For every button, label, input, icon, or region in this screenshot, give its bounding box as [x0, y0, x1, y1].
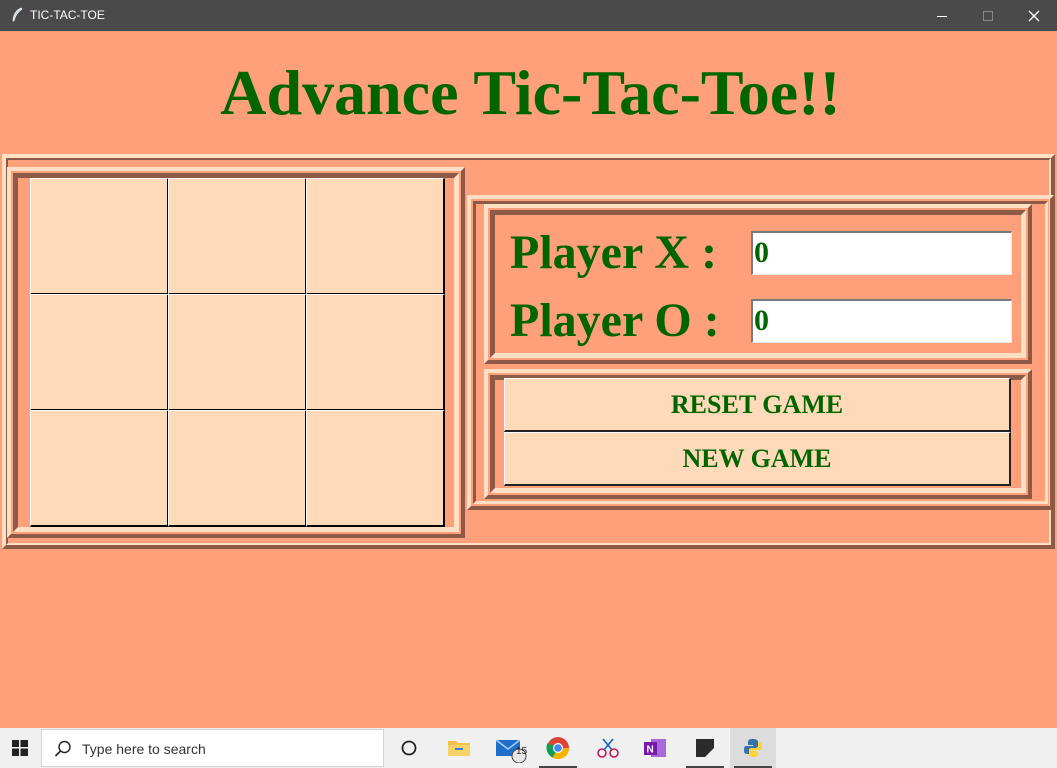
- board-cell-7[interactable]: [30, 410, 169, 527]
- board-cell-3[interactable]: [306, 178, 445, 295]
- scissors-icon: [597, 738, 619, 758]
- page-title: Advance Tic-Tac-Toe!!: [220, 57, 841, 128]
- task-view-button[interactable]: [386, 728, 432, 768]
- player-x-score-field[interactable]: 0: [751, 231, 1012, 275]
- folder-icon: [448, 741, 470, 756]
- player-o-label: Player O :: [510, 294, 720, 347]
- board-cell-5[interactable]: [168, 294, 307, 411]
- mail-button[interactable]: 15: [488, 728, 534, 768]
- sticky-notes-icon: [696, 739, 714, 757]
- mail-badge: 15: [516, 746, 528, 757]
- new-game-button[interactable]: NEW GAME: [504, 432, 1011, 486]
- board-cell-9[interactable]: [306, 410, 445, 527]
- start-button[interactable]: [0, 728, 40, 768]
- board-cell-8[interactable]: [168, 410, 307, 527]
- sticky-notes-button[interactable]: [682, 728, 728, 768]
- onenote-button[interactable]: N: [632, 728, 678, 768]
- window-title: TIC-TAC-TOE: [30, 8, 105, 22]
- board-cell-1[interactable]: [30, 178, 169, 295]
- onenote-icon: N: [644, 739, 666, 757]
- python-button[interactable]: [730, 728, 776, 768]
- python-icon: [744, 739, 762, 757]
- player-o-score-field[interactable]: 0: [751, 299, 1012, 343]
- taskbar-search-box[interactable]: Type here to search: [41, 729, 384, 767]
- windows-logo-icon: [12, 740, 28, 756]
- board-cell-6[interactable]: [306, 294, 445, 411]
- minimize-icon: [937, 15, 947, 17]
- windows-taskbar: Type here to search 15 N: [0, 728, 1057, 768]
- search-placeholder: Type here to search: [82, 741, 206, 757]
- reset-game-button[interactable]: RESET GAME: [504, 378, 1011, 432]
- window-title-bar[interactable]: TIC-TAC-TOE: [0, 0, 1057, 31]
- task-view-icon: [401, 740, 417, 756]
- close-button[interactable]: [1011, 0, 1057, 31]
- feather-icon: [12, 7, 23, 22]
- board-cell-4[interactable]: [30, 294, 169, 411]
- minimize-button[interactable]: [919, 0, 965, 31]
- maximize-button[interactable]: [965, 0, 1011, 31]
- chrome-button[interactable]: [535, 728, 581, 768]
- snip-sketch-button[interactable]: [585, 728, 631, 768]
- maximize-icon: [983, 10, 993, 21]
- board-cell-2[interactable]: [168, 178, 307, 295]
- player-x-label: Player X :: [510, 226, 718, 279]
- svg-text:N: N: [647, 745, 654, 756]
- file-explorer-button[interactable]: [436, 728, 482, 768]
- app-window-content: Advance Tic-Tac-Toe!! Player X : 0 Playe…: [2, 31, 1055, 728]
- close-icon: [1028, 10, 1040, 21]
- search-icon: [54, 740, 71, 757]
- chrome-icon: [546, 737, 569, 759]
